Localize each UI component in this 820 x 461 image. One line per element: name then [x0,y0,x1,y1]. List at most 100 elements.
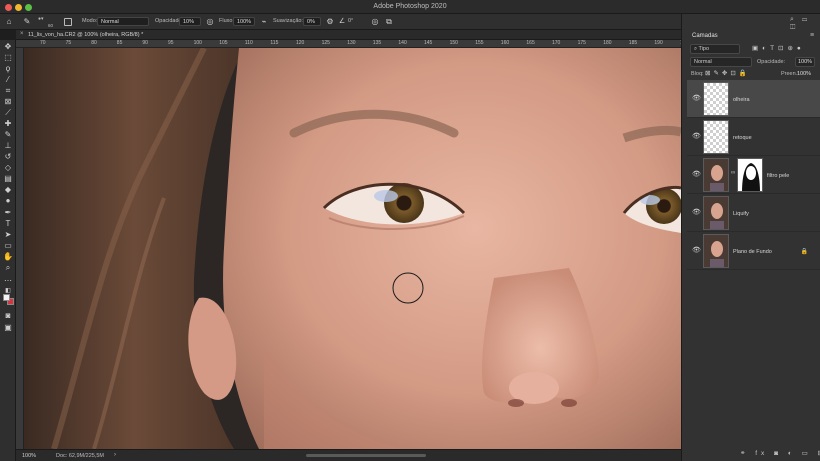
horizontal-scrollbar[interactable] [306,454,426,457]
layer-name: filtro pele [767,173,790,179]
ruler-tick-label: 70 [40,40,46,46]
smoothing-field[interactable]: 0% [303,17,321,26]
rectangle-tool-icon[interactable]: ▭ [3,241,13,251]
layer-row[interactable]: 👁 retoque [687,118,820,156]
status-menu-arrow-icon[interactable]: › [114,452,116,458]
blend-mode-select[interactable]: Normal [690,57,752,67]
brush-preset-picker[interactable]: ●▾ [38,16,44,22]
edit-toolbar-icon[interactable]: ⋯ [3,276,13,286]
layer-thumbnail[interactable] [703,158,729,192]
document-title: 11_lis_von_ha.CR2 @ 100% (olheira, RGB/8… [28,32,144,38]
symmetry-icon[interactable]: ⧉ [384,17,394,27]
document-canvas[interactable] [24,48,681,449]
layer-row[interactable]: 👁 olheira [687,80,820,118]
ruler-tick-label: 170 [552,40,561,46]
path-selection-tool-icon[interactable]: ➤ [3,230,13,240]
layer-thumbnail[interactable] [703,196,729,230]
link-icon[interactable]: ∞ [731,170,735,176]
foreground-color-swatch[interactable] [3,294,10,301]
layers-list: 👁 olheira 👁 retoque 👁 ∞ filtro pele 👁 Li… [687,80,820,440]
opacity-field[interactable]: 10% [179,17,201,26]
ruler-tick-label: 155 [475,40,484,46]
visibility-eye-icon[interactable]: 👁 [692,246,701,254]
layer-row[interactable]: 👁 ∞ filtro pele [687,156,820,194]
zoom-level[interactable]: 100% [22,453,36,459]
dodge-tool-icon[interactable]: ● [3,196,13,206]
hand-tool-icon[interactable]: ✋ [3,252,13,262]
flow-field[interactable]: 100% [233,17,255,26]
mode-label: Modo: [82,18,98,24]
crop-tool-icon[interactable]: ⌗ [3,86,13,96]
ruler-tick-label: 125 [321,40,330,46]
photo-portrait [24,48,681,449]
brush-tool-preset-icon[interactable]: ✎ [22,17,32,27]
visibility-eye-icon[interactable]: 👁 [692,94,701,102]
ruler-tick-label: 120 [296,40,305,46]
ruler-tick-label: 100 [193,40,202,46]
lock-label: Bloq: [691,71,704,77]
document-tab[interactable]: × 11_lis_von_ha.CR2 @ 100% (olheira, RGB… [16,30,681,40]
title-bar: Adobe Photoshop 2020 [0,0,820,14]
pressure-size-icon[interactable]: ◎ [370,17,380,27]
tools-bar: ✥ ⬚ ϙ ⁄ ⌗ ⊠ ⟋ ✚ ✎ ⊥ ↺ ◇ ▤ ◆ ● ✒ T ➤ ▭ ✋ … [0,40,16,461]
layer-name: Plano de Fundo [733,249,772,255]
layer-kind-filter[interactable]: ⌕ Tipo [690,44,740,54]
layer-mask-thumbnail[interactable] [737,158,763,192]
layer-opacity-field[interactable]: 100% [795,57,815,67]
layer-thumbnail[interactable] [703,234,729,268]
visibility-eye-icon[interactable]: 👁 [692,170,701,178]
marquee-tool-icon[interactable]: ⬚ [3,53,13,63]
screen-mode-icon[interactable]: ▣ [3,323,13,333]
workspace-icons[interactable]: ⌕ ▭ ◫ [790,16,820,32]
ruler-tick-label: 85 [116,40,123,46]
brush-tool-icon[interactable]: ✎ [3,130,13,140]
frame-tool-icon[interactable]: ⊠ [3,97,13,107]
ruler-tick-label: 140 [398,40,407,46]
ruler-tick-label: 165 [526,40,535,46]
ruler-tick-label: 105 [219,40,228,46]
history-brush-tool-icon[interactable]: ↺ [3,152,13,162]
brush-size-value: 60 [48,23,54,28]
layers-panel-actions[interactable]: ⚭ fx ◙ ◐ ▭ ⊞ 🗑 [740,449,820,457]
lasso-tool-icon[interactable]: ϙ [3,64,13,74]
airbrush-icon[interactable]: ⌁ [259,17,269,27]
visibility-eye-icon[interactable]: 👁 [692,132,701,140]
gear-icon[interactable]: ⚙ [325,17,335,27]
layer-filter-icons[interactable]: ▣◐T⊡⊕● [752,44,805,52]
home-icon[interactable]: ⌂ [4,17,14,27]
clone-stamp-tool-icon[interactable]: ⊥ [3,141,13,151]
angle-value[interactable]: 0° [348,18,353,24]
ruler-tick-label: 130 [347,40,356,46]
type-tool-icon[interactable]: T [3,219,13,229]
vertical-ruler[interactable] [16,48,24,449]
layers-panel-tab[interactable]: Camadas [692,33,718,39]
eyedropper-tool-icon[interactable]: ⟋ [3,108,13,118]
layer-row[interactable]: 👁 Plano de Fundo 🔒 [687,232,820,270]
brush-settings-panel-icon[interactable] [64,18,72,26]
layer-row[interactable]: 👁 Liquify [687,194,820,232]
zoom-tool-icon[interactable]: ⌕ [3,263,13,273]
quick-mask-icon[interactable]: ◙ [3,311,13,321]
layer-thumbnail[interactable] [703,82,729,116]
ruler-tick-label: 190 [654,40,663,46]
pressure-opacity-icon[interactable]: ◎ [205,17,215,27]
fill-field[interactable]: 100% [797,71,811,77]
ruler-tick-label: 145 [424,40,433,46]
pen-tool-icon[interactable]: ✒ [3,208,13,218]
blur-tool-icon[interactable]: ◆ [3,185,13,195]
quick-selection-tool-icon[interactable]: ⁄ [3,75,13,85]
layer-name: retoque [733,135,752,141]
panel-menu-icon[interactable]: ≡ [810,32,814,39]
eraser-tool-icon[interactable]: ◇ [3,163,13,173]
mode-select[interactable]: Normal [97,17,149,26]
close-document-icon[interactable]: × [20,31,24,37]
gradient-tool-icon[interactable]: ▤ [3,174,13,184]
healing-brush-tool-icon[interactable]: ✚ [3,119,13,129]
ruler-tick-label: 135 [372,40,382,46]
horizontal-ruler[interactable]: 70 75 80 85 90 95 100 105 110 115 120 125 130 135 140 1… [16,40,681,48]
layer-thumbnail[interactable] [703,120,729,154]
ruler-tick-label: 90 [142,40,148,46]
visibility-eye-icon[interactable]: 👁 [692,208,701,216]
move-tool-icon[interactable]: ✥ [3,42,13,52]
lock-options-icons[interactable]: ⊠✎✥⊡🔒 [705,69,750,77]
